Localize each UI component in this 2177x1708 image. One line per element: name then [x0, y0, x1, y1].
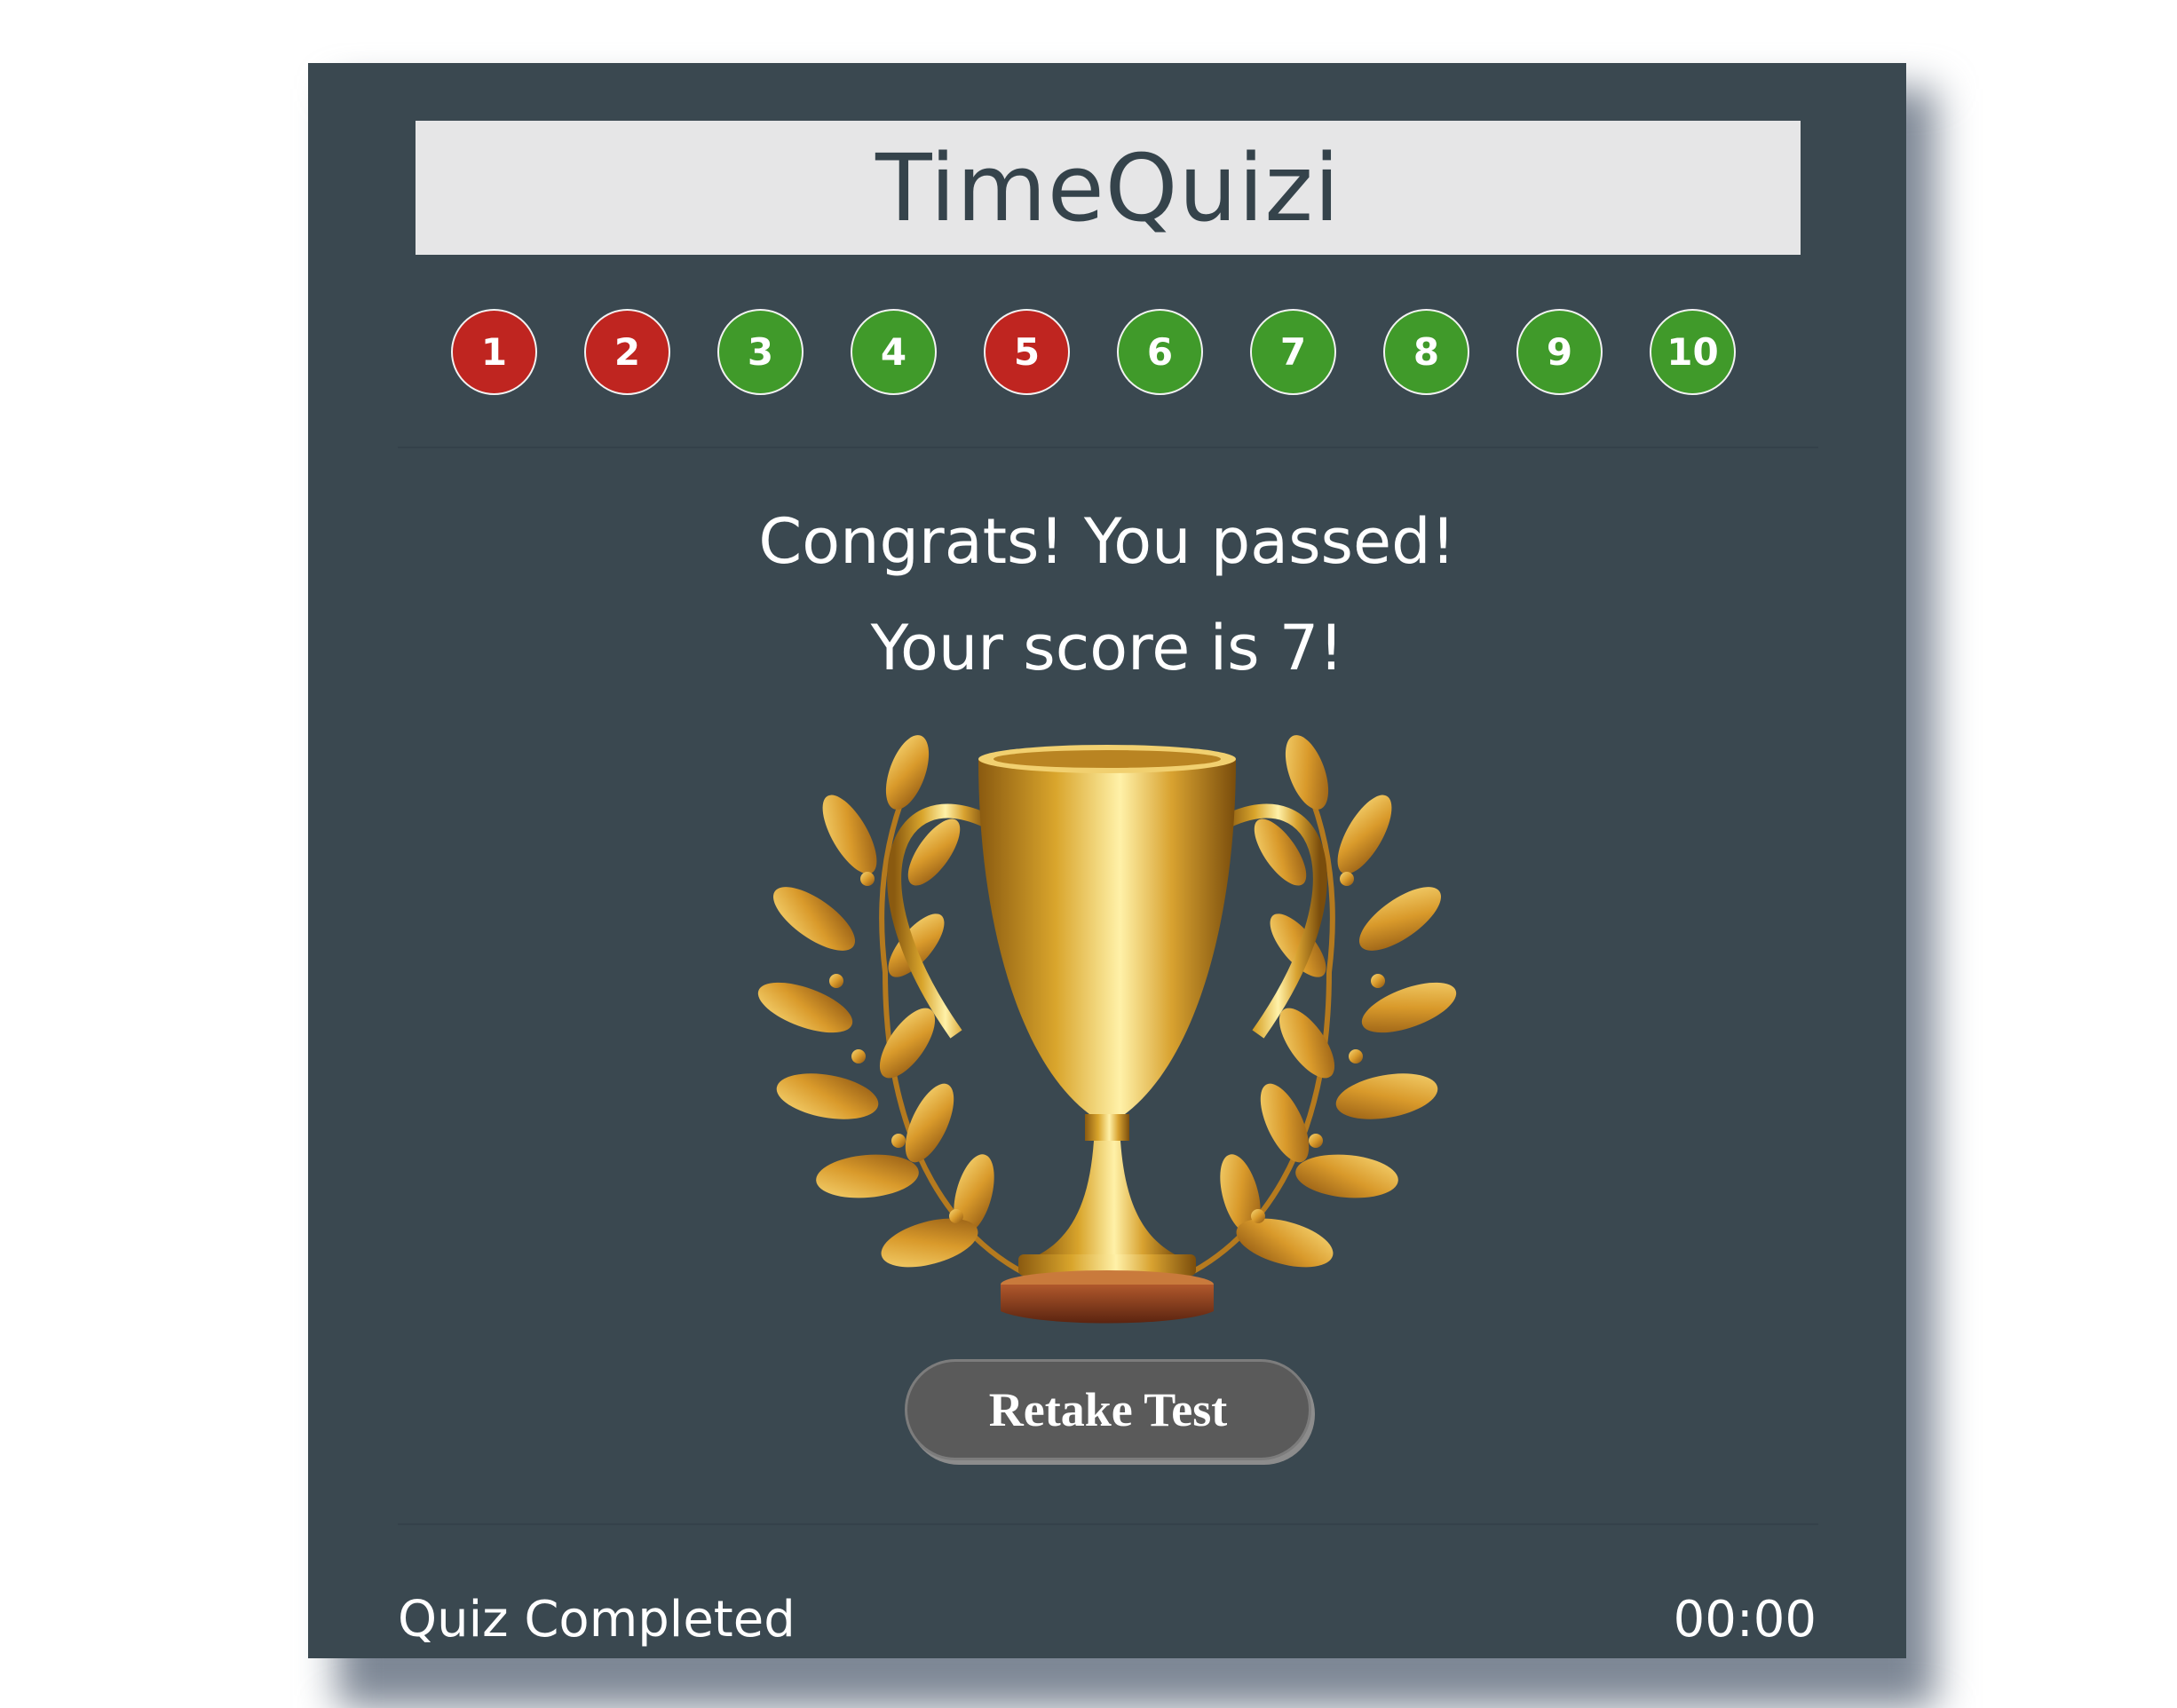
question-progress: 1 2 3 4 5 6 7 8 9 10	[451, 309, 1783, 399]
question-dot-9[interactable]: 9	[1516, 309, 1603, 395]
question-dot-2[interactable]: 2	[584, 309, 670, 395]
question-dot-10[interactable]: 10	[1650, 309, 1736, 395]
score-text: Your score is 7!	[870, 612, 1344, 684]
question-dot-6[interactable]: 6	[1117, 309, 1203, 395]
trophy-icon	[757, 735, 1457, 1324]
retake-test-button[interactable]: Retake Test	[905, 1359, 1311, 1460]
app-header: TimeQuizi	[416, 121, 1801, 255]
question-dot-5[interactable]: 5	[984, 309, 1070, 395]
timer: 00:00	[1673, 1591, 1817, 1649]
question-dot-1[interactable]: 1	[451, 309, 537, 395]
question-dot-4[interactable]: 4	[851, 309, 937, 395]
quiz-card: TimeQuizi 1 2 3 4 5 6 7 8 9 10 Congrats! You pass…	[308, 63, 1906, 1658]
result-headline: Congrats! You passed!	[758, 505, 1456, 578]
quiz-status: Quiz Completed	[398, 1591, 796, 1649]
question-dot-7[interactable]: 7	[1250, 309, 1336, 395]
question-dot-3[interactable]: 3	[717, 309, 804, 395]
question-dot-8[interactable]: 8	[1383, 309, 1469, 395]
top-divider	[398, 447, 1818, 448]
bottom-divider	[398, 1523, 1818, 1525]
app-title: TimeQuizi	[875, 133, 1341, 242]
